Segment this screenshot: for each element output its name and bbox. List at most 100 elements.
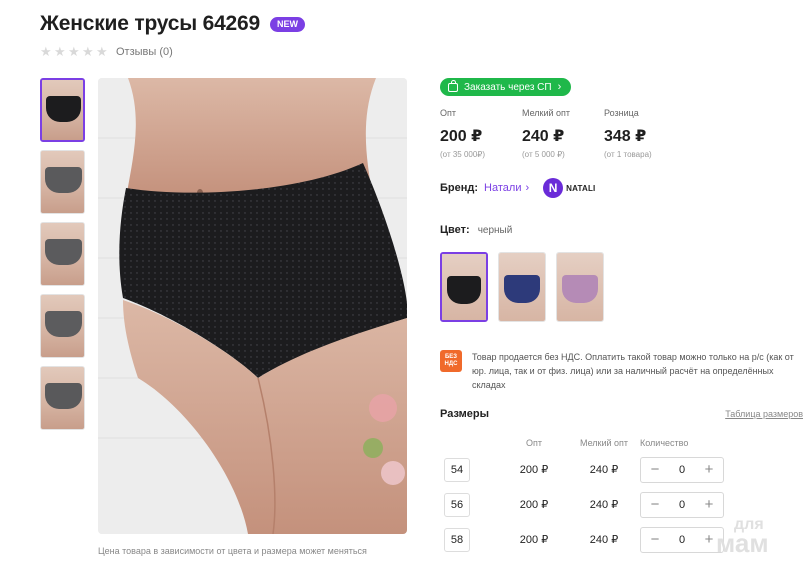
- new-badge: NEW: [270, 16, 305, 32]
- increment-button[interactable]: +: [703, 497, 715, 512]
- reviews-link[interactable]: Отзывы (0): [116, 46, 173, 58]
- gallery-thumbnail[interactable]: [40, 78, 85, 142]
- star-icon: ★: [82, 44, 94, 59]
- decrement-button[interactable]: −: [649, 532, 661, 547]
- watermark-logo: для мам: [716, 516, 769, 559]
- qty-cell: − 0 +: [640, 491, 740, 518]
- brand-row: Бренд: Натали › N NATALI: [440, 178, 595, 198]
- product-title: Женские трусы 64269: [40, 12, 260, 35]
- brand-label: Бренд:: [440, 182, 479, 194]
- color-label: Цвет:: [440, 224, 470, 236]
- sizes-table-body: 54 200 ₽ 240 ₽ − 0 +56 200 ₽ 240 ₽ − 0 +58 200 ₽ 240…: [440, 452, 740, 557]
- thumbnail-garment: [45, 239, 82, 265]
- star-icon: ★: [68, 44, 80, 59]
- star-icon: ★: [54, 44, 66, 59]
- gallery-thumbnail[interactable]: [40, 294, 85, 358]
- opt-price-cell: 200 ₽: [519, 464, 549, 476]
- thumbnail-garment: [46, 96, 81, 122]
- main-product-photo[interactable]: [98, 78, 407, 534]
- sizes-title: Размеры: [440, 408, 490, 420]
- increment-button[interactable]: +: [703, 532, 715, 547]
- qty-cell: − 0 +: [640, 456, 740, 483]
- gallery-thumbnails: [40, 78, 87, 438]
- small-opt-column-header: Мелкий опт: [579, 438, 629, 448]
- price-tier-label: Розница: [604, 108, 639, 118]
- gallery-thumbnail[interactable]: [40, 222, 85, 286]
- brand-logo-text: NATALI: [566, 183, 596, 193]
- price-tier-retail: Розница 348 ₽ (от 1 товара): [604, 108, 686, 159]
- decrement-button[interactable]: −: [649, 462, 661, 477]
- sizes-header: Размеры Таблица размеров: [440, 408, 803, 420]
- swatch-garment: [562, 275, 598, 303]
- size-row: 54 200 ₽ 240 ₽ − 0 +: [440, 452, 740, 487]
- color-swatches: [440, 252, 604, 322]
- size-chart-link[interactable]: Таблица размеров: [725, 409, 803, 419]
- price-note: Цена товара в зависимости от цвета и раз…: [98, 546, 367, 556]
- color-swatch[interactable]: [440, 252, 488, 322]
- price-tiers: Опт 200 ₽ (от 35 000₽) Мелкий опт 240 ₽ …: [440, 108, 686, 159]
- gallery-thumbnail[interactable]: [40, 150, 85, 214]
- quantity-value[interactable]: 0: [679, 499, 685, 511]
- shopping-bag-icon: [448, 79, 458, 92]
- vat-notice: БЕЗ НДС Товар продается без НДС. Оплатит…: [440, 350, 800, 392]
- quantity-value[interactable]: 0: [679, 464, 685, 476]
- star-icon: ★: [40, 44, 52, 59]
- size-label: 56: [444, 492, 470, 517]
- sizes-table-header: Опт Мелкий опт Количество: [440, 438, 740, 452]
- size-label: 54: [444, 457, 470, 482]
- size-row: 56 200 ₽ 240 ₽ − 0 +: [440, 487, 740, 522]
- vat-notice-text: Товар продается без НДС. Оплатить такой …: [472, 352, 794, 390]
- size-column-header: [440, 438, 500, 452]
- watermark-line2: мам: [716, 528, 769, 559]
- size-cell: 58: [440, 527, 500, 552]
- size-cell: 54: [440, 457, 500, 482]
- size-row: 58 200 ₽ 240 ₽ − 0 +: [440, 522, 740, 557]
- size-cell: 56: [440, 492, 500, 517]
- increment-button[interactable]: +: [703, 462, 715, 477]
- swatch-garment: [504, 275, 540, 303]
- brand-logo-mark: N: [543, 178, 564, 198]
- quantity-value[interactable]: 0: [679, 534, 685, 546]
- brand-logo[interactable]: N NATALI: [543, 178, 595, 198]
- price-tier-condition: (от 5 000 ₽): [522, 150, 565, 159]
- chevron-right-icon: ›: [557, 81, 562, 93]
- price-tier-value: 200 ₽: [440, 128, 483, 145]
- color-value: черный: [477, 225, 513, 236]
- qty-column-header: Количество: [640, 438, 689, 448]
- quantity-stepper: − 0 +: [640, 456, 724, 483]
- price-tier-label: Мелкий опт: [522, 108, 571, 118]
- opt-price-cell: 200 ₽: [519, 499, 549, 511]
- star-icon: ★: [96, 44, 108, 59]
- thumbnail-garment: [45, 167, 82, 193]
- size-label: 58: [444, 527, 470, 552]
- color-swatch[interactable]: [556, 252, 604, 322]
- order-sp-label: Заказать через СП: [464, 81, 552, 93]
- rating-row: ★ ★ ★ ★ ★ Отзывы (0): [40, 44, 173, 59]
- gallery-thumbnail[interactable]: [40, 366, 85, 430]
- opt-price-cell: 200 ₽: [519, 534, 549, 546]
- price-tier-value: 240 ₽: [522, 128, 565, 145]
- price-tier-small-wholesale: Мелкий опт 240 ₽ (от 5 000 ₽): [522, 108, 604, 159]
- small-opt-price-cell: 240 ₽: [589, 499, 619, 511]
- price-tier-label: Опт: [440, 108, 456, 118]
- quantity-stepper: − 0 +: [640, 526, 724, 553]
- color-row: Цвет: черный: [440, 224, 512, 236]
- product-photo-image: [98, 78, 407, 534]
- swatch-garment: [447, 276, 481, 304]
- color-swatch[interactable]: [498, 252, 546, 322]
- price-tier-condition: (от 35 000₽): [440, 150, 486, 159]
- sizes-table: Опт Мелкий опт Количество 54 200 ₽ 240 ₽ − 0…: [440, 438, 740, 557]
- no-vat-icon: БЕЗ НДС: [440, 350, 462, 372]
- price-tier-wholesale: Опт 200 ₽ (от 35 000₽): [440, 108, 522, 159]
- quantity-stepper: − 0 +: [640, 491, 724, 518]
- decrement-button[interactable]: −: [649, 497, 661, 512]
- small-opt-price-cell: 240 ₽: [589, 534, 619, 546]
- product-header: Женские трусы 64269 NEW: [40, 12, 305, 36]
- price-tier-value: 348 ₽: [604, 128, 647, 145]
- chevron-right-icon: ›: [525, 182, 530, 194]
- price-tier-condition: (от 1 товара): [604, 150, 652, 159]
- thumbnail-garment: [45, 383, 82, 409]
- order-sp-button[interactable]: Заказать через СП ›: [440, 78, 572, 96]
- brand-link[interactable]: Натали: [484, 182, 521, 194]
- opt-column-header: Опт: [526, 438, 542, 448]
